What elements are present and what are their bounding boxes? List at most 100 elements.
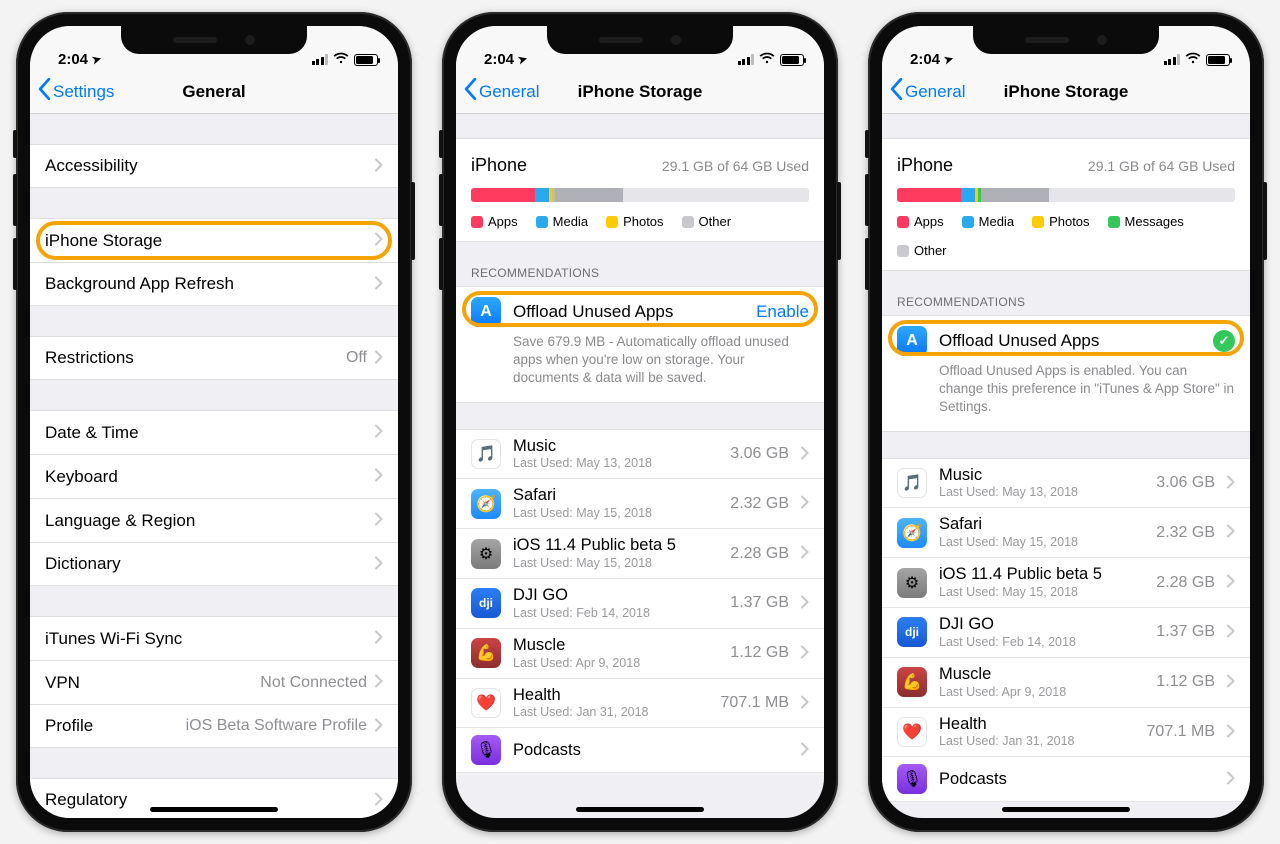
settings-row[interactable]: VPNNot Connected <box>30 660 398 704</box>
app-row[interactable]: 🎵MusicLast Used: May 13, 20183.06 GB <box>456 429 824 480</box>
settings-row[interactable]: Background App Refresh <box>30 262 398 306</box>
app-size: 707.1 MB <box>1147 723 1215 741</box>
chevron-right-icon <box>1227 473 1235 494</box>
back-label: General <box>905 82 965 102</box>
device-name: iPhone <box>897 155 953 176</box>
app-name: Safari <box>513 486 718 506</box>
iphone-frame: 2:04➤SettingsGeneralAccessibilityiPhone … <box>16 12 412 832</box>
app-size: 3.06 GB <box>730 445 789 463</box>
app-row[interactable]: 💪MuscleLast Used: Apr 9, 20181.12 GB <box>456 629 824 679</box>
row-label: Accessibility <box>45 156 375 176</box>
app-size: 2.32 GB <box>1156 524 1215 542</box>
app-row[interactable]: 💪MuscleLast Used: Apr 9, 20181.12 GB <box>882 658 1250 708</box>
app-last-used: Last Used: Feb 14, 2018 <box>939 635 1144 650</box>
app-row[interactable]: djiDJI GOLast Used: Feb 14, 20181.37 GB <box>456 579 824 629</box>
status-time: 2:04 <box>484 51 514 68</box>
legend-swatch <box>682 216 694 228</box>
app-row[interactable]: ❤️HealthLast Used: Jan 31, 2018707.1 MB <box>882 708 1250 758</box>
app-last-used: Last Used: Jan 31, 2018 <box>939 734 1135 749</box>
legend-label: Other <box>914 243 947 258</box>
app-last-used: Last Used: Apr 9, 2018 <box>513 656 718 671</box>
storage-content[interactable]: iPhone29.1 GB of 64 GB UsedAppsMediaPhot… <box>882 114 1250 818</box>
legend-label: Photos <box>623 214 663 229</box>
legend-label: Apps <box>488 214 518 229</box>
app-name: iOS 11.4 Public beta 5 <box>513 536 718 556</box>
app-icon: 🧭 <box>897 518 927 548</box>
battery-icon <box>354 54 378 66</box>
home-indicator[interactable] <box>576 807 704 812</box>
nav-bar: GeneraliPhone Storage <box>456 70 824 114</box>
app-name: Safari <box>939 515 1144 535</box>
battery-icon <box>1206 54 1230 66</box>
battery-icon <box>780 54 804 66</box>
back-button[interactable]: General <box>890 78 965 105</box>
app-name: Muscle <box>939 665 1144 685</box>
app-row[interactable]: ❤️HealthLast Used: Jan 31, 2018707.1 MB <box>456 679 824 729</box>
legend-swatch <box>897 245 909 257</box>
row-value: Off <box>346 349 367 367</box>
chevron-right-icon <box>1227 672 1235 693</box>
app-row[interactable]: djiDJI GOLast Used: Feb 14, 20181.37 GB <box>882 608 1250 658</box>
legend-label: Media <box>979 214 1014 229</box>
legend-label: Media <box>553 214 588 229</box>
app-last-used: Last Used: Jan 31, 2018 <box>513 705 709 720</box>
chevron-right-icon <box>375 422 383 443</box>
settings-row[interactable]: Date & Time <box>30 410 398 454</box>
settings-row[interactable]: RestrictionsOff <box>30 336 398 380</box>
home-indicator[interactable] <box>1002 807 1130 812</box>
app-icon: 🧭 <box>471 489 501 519</box>
iphone-frame: 2:04➤GeneraliPhone StorageiPhone29.1 GB … <box>868 12 1264 832</box>
app-row[interactable]: 🎵MusicLast Used: May 13, 20183.06 GB <box>882 458 1250 509</box>
nav-bar: GeneraliPhone Storage <box>882 70 1250 114</box>
app-name: Music <box>939 466 1144 486</box>
row-label: Language & Region <box>45 511 375 531</box>
signal-icon <box>312 54 329 65</box>
app-icon: ⚙︎ <box>897 568 927 598</box>
iphone-frame: 2:04➤GeneraliPhone StorageiPhone29.1 GB … <box>442 12 838 832</box>
settings-row[interactable]: ProfileiOS Beta Software Profile <box>30 704 398 748</box>
settings-row[interactable]: Keyboard <box>30 454 398 498</box>
app-icon: 🎙 <box>897 764 927 794</box>
app-size: 1.12 GB <box>730 644 789 662</box>
home-indicator[interactable] <box>150 807 278 812</box>
app-row[interactable]: 🧭SafariLast Used: May 15, 20182.32 GB <box>882 508 1250 558</box>
legend-label: Other <box>699 214 732 229</box>
back-button[interactable]: General <box>464 78 539 105</box>
app-icon: dji <box>897 617 927 647</box>
app-row[interactable]: ⚙︎iOS 11.4 Public beta 5Last Used: May 1… <box>882 558 1250 608</box>
chevron-right-icon <box>1227 522 1235 543</box>
app-row[interactable]: ⚙︎iOS 11.4 Public beta 5Last Used: May 1… <box>456 529 824 579</box>
device-name: iPhone <box>471 155 527 176</box>
enable-button[interactable]: Enable <box>756 302 809 322</box>
legend-swatch <box>606 216 618 228</box>
storage-legend: Apps Media Photos Other <box>471 214 809 229</box>
app-icon: ❤️ <box>471 688 501 718</box>
settings-content[interactable]: Accessibility iPhone Storage Background Ap… <box>30 114 398 818</box>
storage-summary: iPhone29.1 GB of 64 GB UsedAppsMediaPhot… <box>456 138 824 242</box>
app-last-used: Last Used: May 15, 2018 <box>939 585 1144 600</box>
app-row[interactable]: 🧭SafariLast Used: May 15, 20182.32 GB <box>456 479 824 529</box>
chevron-right-icon <box>375 554 383 575</box>
settings-row[interactable]: iTunes Wi-Fi Sync <box>30 616 398 660</box>
app-size: 2.32 GB <box>730 495 789 513</box>
recommendation-title: Offload Unused Apps <box>939 331 1201 351</box>
chevron-right-icon <box>801 740 809 761</box>
checkmark-icon: ✓ <box>1213 330 1235 352</box>
back-button[interactable]: Settings <box>38 78 114 105</box>
recommendation-cell[interactable]: AOffload Unused AppsEnableSave 679.9 MB … <box>456 286 824 403</box>
chevron-right-icon <box>801 444 809 465</box>
settings-row[interactable]: Accessibility <box>30 144 398 188</box>
settings-row[interactable]: iPhone Storage <box>30 218 398 262</box>
row-label: iPhone Storage <box>45 231 375 251</box>
app-row[interactable]: 🎙Podcasts <box>456 728 824 773</box>
signal-icon <box>1164 54 1181 65</box>
settings-row[interactable]: Dictionary <box>30 542 398 586</box>
row-label: Background App Refresh <box>45 274 375 294</box>
app-row[interactable]: 🎙Podcasts <box>882 757 1250 802</box>
row-label: Restrictions <box>45 348 346 368</box>
storage-content[interactable]: iPhone29.1 GB of 64 GB UsedAppsMediaPhot… <box>456 114 824 818</box>
settings-row[interactable]: Regulatory <box>30 778 398 818</box>
app-store-icon: A <box>471 297 501 327</box>
settings-row[interactable]: Language & Region <box>30 498 398 542</box>
recommendation-cell[interactable]: AOffload Unused Apps✓Offload Unused Apps… <box>882 315 1250 432</box>
